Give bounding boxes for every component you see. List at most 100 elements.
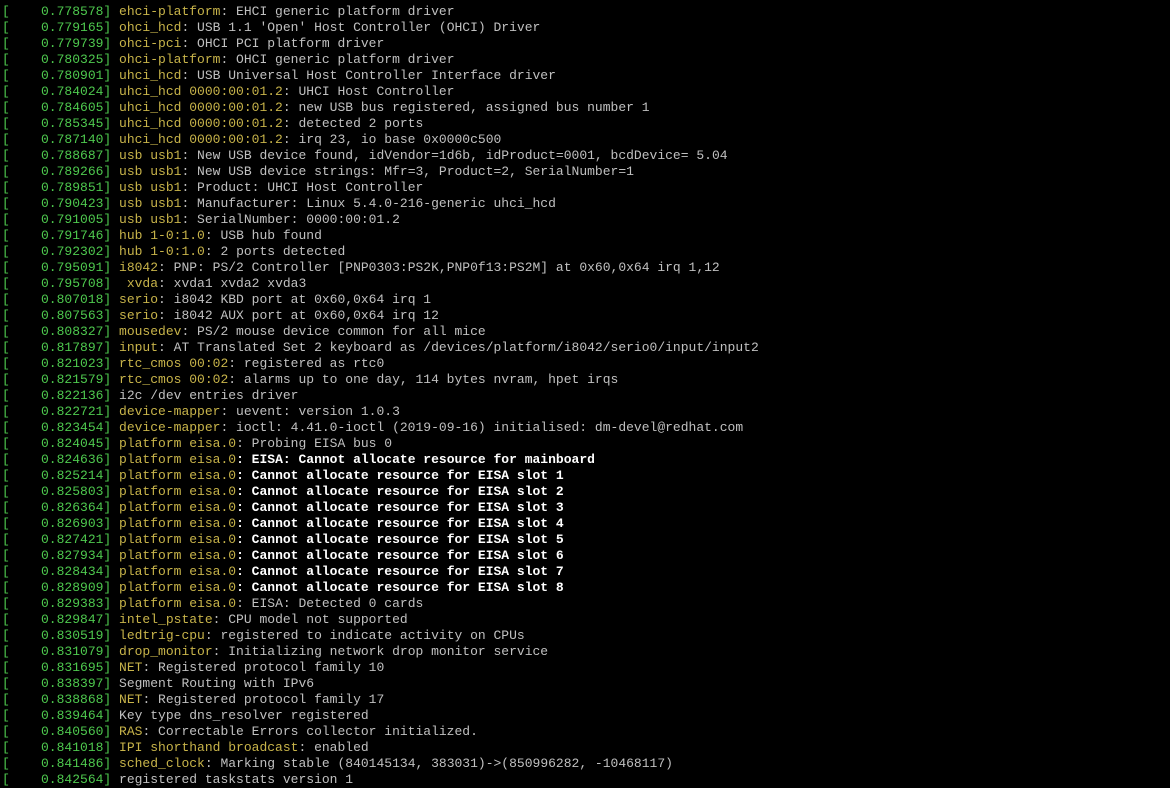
log-timestamp: [ 0.827934]	[2, 548, 120, 563]
log-subsystem: platform eisa.0	[119, 548, 237, 563]
log-line: [ 0.823454] device-mapper: ioctl: 4.41.0…	[2, 420, 1168, 436]
terminal-output[interactable]: [ 0.778578] ehci-platform: EHCI generic …	[2, 4, 1168, 788]
log-subsystem: usb usb1	[119, 164, 182, 179]
log-line: [ 0.791746] hub 1-0:1.0: USB hub found	[2, 228, 1168, 244]
log-timestamp: [ 0.828434]	[2, 564, 120, 579]
log-subsystem: ledtrig-cpu	[119, 628, 205, 643]
log-line: [ 0.827421] platform eisa.0: Cannot allo…	[2, 532, 1168, 548]
log-timestamp: [ 0.789266]	[2, 164, 120, 179]
log-message: : Manufacturer: Linux 5.4.0-216-generic …	[181, 196, 556, 211]
log-line: [ 0.789851] usb usb1: Product: UHCI Host…	[2, 180, 1168, 196]
log-line: [ 0.807018] serio: i8042 KBD port at 0x6…	[2, 292, 1168, 308]
log-line: [ 0.838397] Segment Routing with IPv6	[2, 676, 1168, 692]
log-timestamp: [ 0.830519]	[2, 628, 120, 643]
log-line: [ 0.829383] platform eisa.0: EISA: Detec…	[2, 596, 1168, 612]
log-message: registered taskstats version 1	[119, 772, 354, 787]
log-timestamp: [ 0.789851]	[2, 180, 120, 195]
log-subsystem: usb usb1	[119, 212, 182, 227]
log-message: : Initializing network drop monitor serv…	[212, 644, 549, 659]
log-message: : detected 2 ports	[282, 116, 424, 131]
log-line: [ 0.789266] usb usb1: New USB device str…	[2, 164, 1168, 180]
log-message: : Cannot allocate resource for EISA slot…	[236, 484, 564, 499]
log-subsystem: drop_monitor	[119, 644, 213, 659]
log-timestamp: [ 0.788687]	[2, 148, 120, 163]
log-message: : USB hub found	[204, 228, 322, 243]
log-timestamp: [ 0.784605]	[2, 100, 120, 115]
log-line: [ 0.841018] IPI shorthand broadcast: ena…	[2, 740, 1168, 756]
log-subsystem: platform eisa.0	[119, 532, 237, 547]
log-timestamp: [ 0.838397]	[2, 676, 120, 691]
log-message: : Correctable Errors collector initializ…	[142, 724, 478, 739]
log-subsystem: platform eisa.0	[119, 516, 237, 531]
log-subsystem: platform eisa.0	[119, 596, 237, 611]
log-message: : Cannot allocate resource for EISA slot…	[236, 468, 564, 483]
log-subsystem: platform eisa.0	[119, 484, 237, 499]
log-message: : Cannot allocate resource for EISA slot…	[236, 516, 564, 531]
log-message: : EHCI generic platform driver	[220, 4, 455, 19]
log-timestamp: [ 0.841018]	[2, 740, 120, 755]
log-timestamp: [ 0.838868]	[2, 692, 120, 707]
log-line: [ 0.824045] platform eisa.0: Probing EIS…	[2, 436, 1168, 452]
log-subsystem: uhci_hcd 0000:00:01.2	[119, 100, 283, 115]
log-subsystem: sched_clock	[119, 756, 205, 771]
log-message: : EISA: Detected 0 cards	[236, 596, 424, 611]
log-timestamp: [ 0.795091]	[2, 260, 120, 275]
log-line: [ 0.830519] ledtrig-cpu: registered to i…	[2, 628, 1168, 644]
log-timestamp: [ 0.780901]	[2, 68, 120, 83]
log-message: : Cannot allocate resource for EISA slot…	[236, 564, 564, 579]
log-subsystem: hub 1-0:1.0	[119, 244, 205, 259]
log-line: [ 0.780325] ohci-platform: OHCI generic …	[2, 52, 1168, 68]
log-timestamp: [ 0.807018]	[2, 292, 120, 307]
log-subsystem: RAS	[119, 724, 143, 739]
log-line: [ 0.785345] uhci_hcd 0000:00:01.2: detec…	[2, 116, 1168, 132]
log-timestamp: [ 0.841486]	[2, 756, 120, 771]
log-message: : USB Universal Host Controller Interfac…	[181, 68, 556, 83]
log-line: [ 0.827934] platform eisa.0: Cannot allo…	[2, 548, 1168, 564]
log-line: [ 0.841486] sched_clock: Marking stable …	[2, 756, 1168, 772]
log-message: : USB 1.1 'Open' Host Controller (OHCI) …	[181, 20, 541, 35]
log-message: : New USB device found, idVendor=1d6b, i…	[181, 148, 728, 163]
log-line: [ 0.839464] Key type dns_resolver regist…	[2, 708, 1168, 724]
log-timestamp: [ 0.824045]	[2, 436, 120, 451]
log-message: : i8042 AUX port at 0x60,0x64 irq 12	[158, 308, 439, 323]
log-line: [ 0.787140] uhci_hcd 0000:00:01.2: irq 2…	[2, 132, 1168, 148]
log-line: [ 0.784605] uhci_hcd 0000:00:01.2: new U…	[2, 100, 1168, 116]
log-subsystem: ohci-pci	[119, 36, 182, 51]
log-line: [ 0.828909] platform eisa.0: Cannot allo…	[2, 580, 1168, 596]
log-line: [ 0.831079] drop_monitor: Initializing n…	[2, 644, 1168, 660]
log-timestamp: [ 0.840560]	[2, 724, 120, 739]
log-subsystem: ohci-platform	[119, 52, 221, 67]
log-message: Segment Routing with IPv6	[119, 676, 315, 691]
log-line: [ 0.831695] NET: Registered protocol fam…	[2, 660, 1168, 676]
log-message: : Registered protocol family 17	[142, 692, 385, 707]
log-message: : Cannot allocate resource for EISA slot…	[236, 532, 564, 547]
log-message: : new USB bus registered, assigned bus n…	[282, 100, 650, 115]
log-timestamp: [ 0.828909]	[2, 580, 120, 595]
log-line: [ 0.824636] platform eisa.0: EISA: Canno…	[2, 452, 1168, 468]
log-subsystem: uhci_hcd 0000:00:01.2	[119, 116, 283, 131]
log-message: : Cannot allocate resource for EISA slot…	[236, 500, 564, 515]
log-subsystem: usb usb1	[119, 180, 182, 195]
log-subsystem: usb usb1	[119, 196, 182, 211]
log-timestamp: [ 0.821579]	[2, 372, 120, 387]
log-timestamp: [ 0.822721]	[2, 404, 120, 419]
log-line: [ 0.825214] platform eisa.0: Cannot allo…	[2, 468, 1168, 484]
log-message: : Cannot allocate resource for EISA slot…	[236, 548, 564, 563]
log-subsystem: intel_pstate	[119, 612, 213, 627]
log-line: [ 0.838868] NET: Registered protocol fam…	[2, 692, 1168, 708]
log-message: : PS/2 mouse device common for all mice	[181, 324, 486, 339]
log-subsystem: ehci-platform	[119, 4, 221, 19]
log-subsystem: platform eisa.0	[119, 580, 237, 595]
log-line: [ 0.829847] intel_pstate: CPU model not …	[2, 612, 1168, 628]
log-timestamp: [ 0.842564]	[2, 772, 120, 787]
log-timestamp: [ 0.792302]	[2, 244, 120, 259]
log-timestamp: [ 0.831695]	[2, 660, 120, 675]
log-timestamp: [ 0.827421]	[2, 532, 120, 547]
log-subsystem: ohci_hcd	[119, 20, 182, 35]
log-timestamp: [ 0.821023]	[2, 356, 120, 371]
log-timestamp: [ 0.787140]	[2, 132, 120, 147]
log-line: [ 0.826903] platform eisa.0: Cannot allo…	[2, 516, 1168, 532]
log-timestamp: [ 0.824636]	[2, 452, 120, 467]
log-line: [ 0.790423] usb usb1: Manufacturer: Linu…	[2, 196, 1168, 212]
log-line: [ 0.821023] rtc_cmos 00:02: registered a…	[2, 356, 1168, 372]
